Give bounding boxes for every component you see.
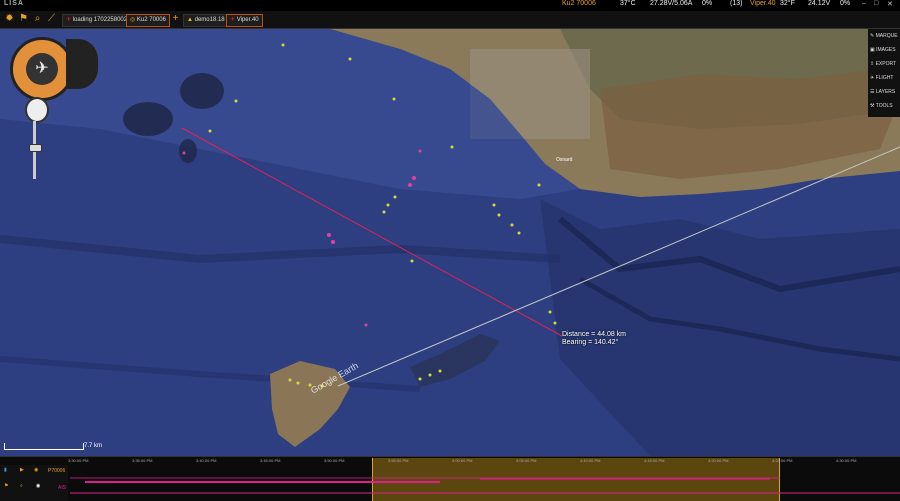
eye-icon[interactable]: ◉ bbox=[34, 467, 38, 473]
search-icon[interactable]: ⌕ bbox=[32, 13, 43, 25]
status-viper-temp: 32°F bbox=[780, 0, 795, 7]
tab-demo[interactable]: ▲ demo18.18 bbox=[183, 14, 229, 27]
zoom-slider-knob[interactable] bbox=[29, 144, 42, 152]
side-menu-item-tools[interactable]: ⚒ TOOLS bbox=[868, 99, 900, 113]
status-voltage: 24.12V bbox=[808, 0, 831, 7]
tab-loading[interactable]: ✈ loading 1702258002 bbox=[62, 14, 132, 27]
tab-demo-label: demo18.18 bbox=[194, 17, 225, 23]
close-icon[interactable]: ✕ bbox=[887, 0, 893, 8]
scale-bar bbox=[4, 443, 84, 450]
side-menu-item-layers[interactable]: ☰ LAYERS bbox=[868, 85, 900, 99]
measure-bearing: Bearing = 140.42° bbox=[562, 339, 619, 346]
minimize-icon[interactable]: – bbox=[862, 0, 866, 7]
side-menu-item-marque[interactable]: ✎ MARQUE bbox=[868, 29, 900, 43]
side-menu-label: LAYERS bbox=[875, 89, 896, 95]
timeline-tracks bbox=[70, 477, 900, 494]
place-label: Oxnard bbox=[556, 157, 573, 163]
pin-icon[interactable]: ⚑ bbox=[4, 483, 8, 489]
status-viper: Viper.40 bbox=[750, 0, 776, 7]
group-icon: ▲ bbox=[187, 17, 195, 23]
side-menu-label: MARQUE bbox=[875, 33, 898, 39]
map-imagery bbox=[0, 29, 900, 456]
plane-icon: ✈ bbox=[66, 17, 73, 23]
app-logo: LISA bbox=[4, 0, 24, 7]
tab-loading-label: loading 1702258002 bbox=[72, 17, 128, 23]
ruler-icon[interactable]: ⟋ bbox=[46, 13, 57, 25]
side-menu-label: IMAGES bbox=[876, 47, 896, 53]
side-menu: ✎ MARQUE ▣ IMAGES ⇪ EXPORT ✈ FLIGHT ☰ LA… bbox=[868, 29, 900, 117]
status-pct: 0% bbox=[840, 0, 851, 7]
aircraft-heading-icon: ✈ bbox=[26, 53, 58, 85]
timeline-controls: ▮ ▶ ◉ P70006 ⚑ ⌕ ◉ AIS bbox=[0, 465, 68, 501]
status-temp: 37°C bbox=[620, 0, 636, 7]
side-menu-item-export[interactable]: ⇪ EXPORT bbox=[868, 57, 900, 71]
track-label-p70006: P70006 bbox=[48, 468, 66, 474]
side-menu-label: EXPORT bbox=[875, 61, 897, 67]
maximize-icon[interactable]: □ bbox=[874, 0, 878, 7]
timeline[interactable]: 3:30:00 PM 3:35:00 PM 3:40:00 PM 3:45:00 PM… bbox=[0, 456, 900, 501]
compass-control[interactable]: ✈ bbox=[10, 37, 74, 101]
tab-ku2[interactable]: ◎ Ku2 70006 bbox=[126, 14, 170, 27]
target-icon: ◎ bbox=[130, 17, 137, 23]
tab-viper-label: Viper.40 bbox=[236, 17, 259, 23]
side-menu-label: FLIGHT bbox=[875, 75, 894, 81]
scale-label: 7.7 km bbox=[84, 443, 103, 449]
tab-viper[interactable]: ✈ Viper.40 bbox=[226, 14, 263, 27]
info-icon[interactable]: ▮ bbox=[4, 467, 7, 473]
measure-distance: Distance = 44.08 km bbox=[562, 331, 627, 338]
aircraft-icon: ✈ bbox=[230, 17, 237, 23]
tilt-control[interactable] bbox=[25, 97, 49, 123]
map-view[interactable]: ✈ ✎ MARQUE ▣ IMAGES ⇪ EXPORT ✈ FLIGHT ☰ … bbox=[0, 29, 900, 456]
gear-icon[interactable]: ✹ bbox=[4, 13, 15, 25]
measure-readout: Distance = 44.08 km Bearing = 140.42° bbox=[562, 331, 626, 347]
title-bar: LISA Ku2 70006 37°C 27.28V/5.06A 0% (13)… bbox=[0, 0, 900, 9]
add-icon[interactable]: + bbox=[170, 13, 181, 25]
eye-icon[interactable]: ◉ bbox=[36, 483, 40, 489]
track-label-ais: AIS bbox=[58, 485, 67, 491]
status-count: (13) bbox=[730, 0, 743, 7]
side-menu-item-images[interactable]: ▣ IMAGES bbox=[868, 43, 900, 57]
side-menu-label: TOOLS bbox=[875, 103, 893, 109]
toolbar: ✹ ⚑ ⌕ ⟋ ✈ loading 1702258002 ◎ Ku2 70006… bbox=[0, 11, 900, 29]
tab-ku2-label: Ku2 70006 bbox=[136, 17, 166, 23]
play-icon[interactable]: ▶ bbox=[20, 467, 24, 473]
status-signal: 0% bbox=[702, 0, 713, 7]
status-power: 27.28V/5.06A bbox=[650, 0, 693, 7]
pin-icon[interactable]: ⚑ bbox=[18, 13, 29, 25]
side-menu-item-flight[interactable]: ✈ FLIGHT bbox=[868, 71, 900, 85]
view-mode-panel[interactable] bbox=[66, 39, 98, 89]
status-ku2: Ku2 70006 bbox=[562, 0, 596, 7]
search-icon[interactable]: ⌕ bbox=[20, 483, 23, 489]
